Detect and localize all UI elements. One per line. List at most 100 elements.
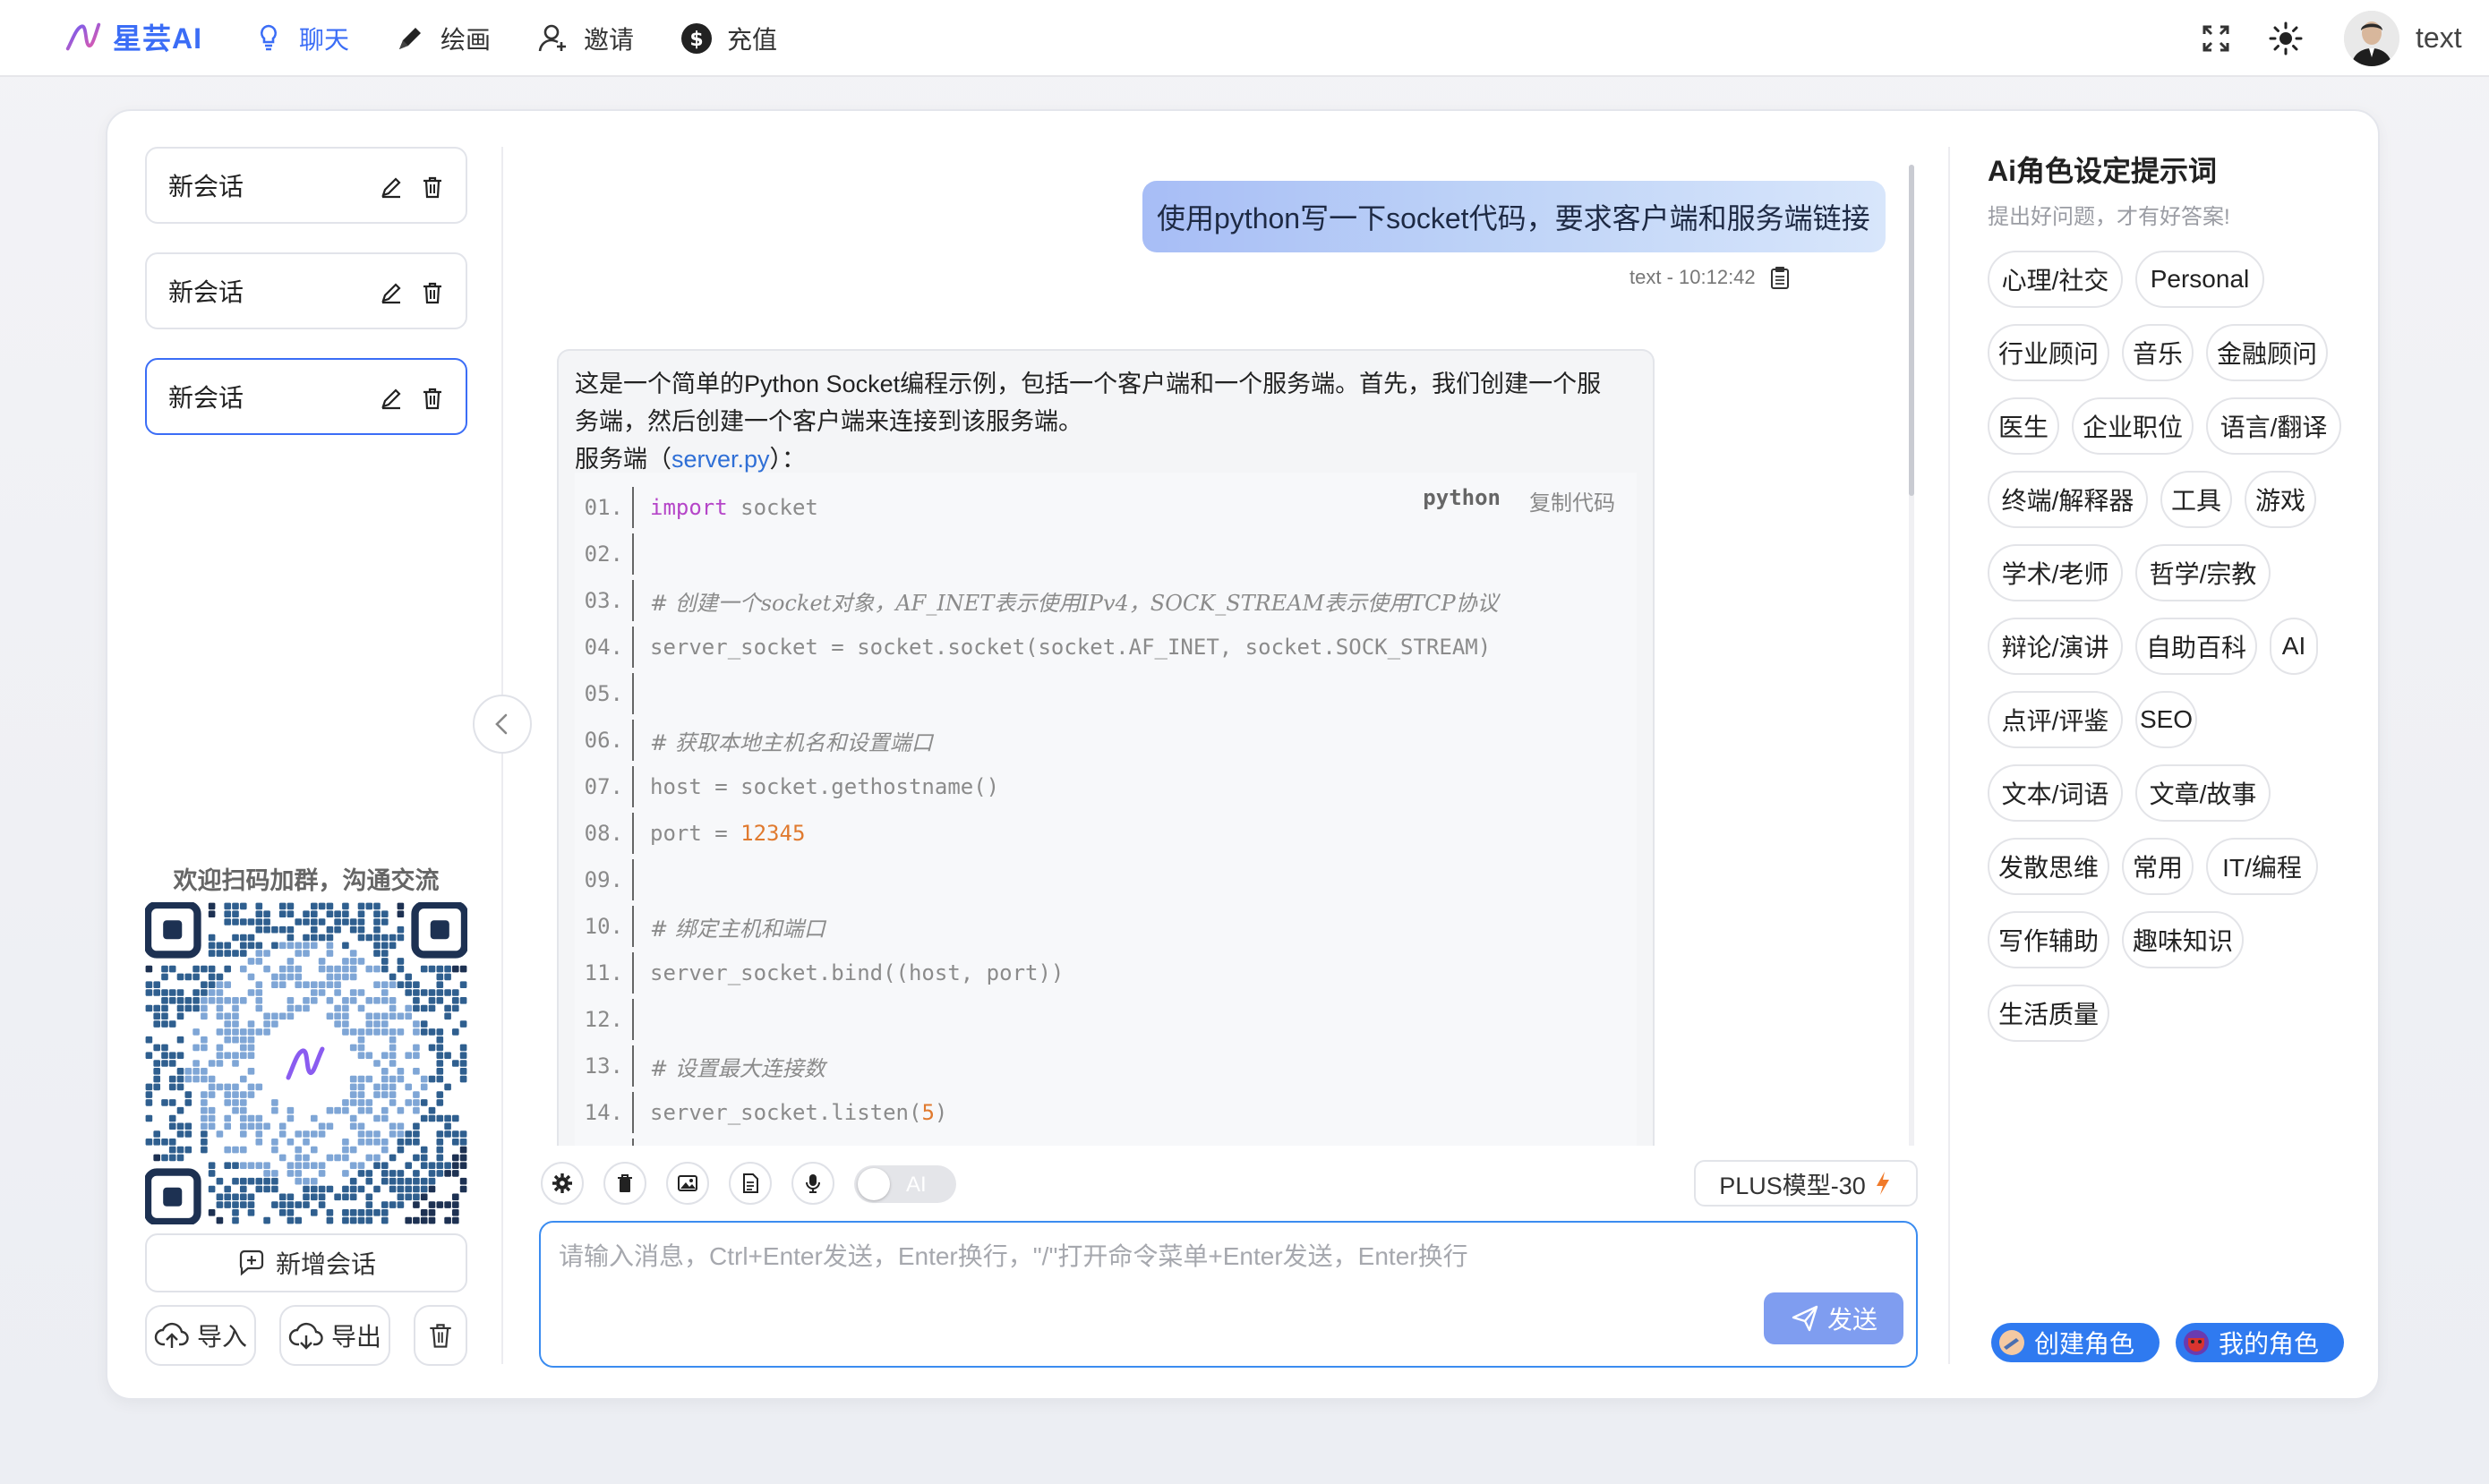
role-tag[interactable]: 趣味知识 (2122, 911, 2244, 968)
code-text: host = socket.gethostname() (650, 774, 1000, 799)
role-tag[interactable]: 音乐 (2122, 324, 2194, 381)
message-input[interactable] (559, 1237, 1893, 1291)
clear-chat-button[interactable] (603, 1162, 646, 1205)
session-item[interactable]: 新会话 (145, 252, 467, 329)
import-label: 导入 (196, 1323, 247, 1351)
nav-recharge[interactable]: $ 充值 (679, 18, 777, 59)
new-chat-button[interactable]: 新增会话 (145, 1233, 467, 1292)
avatar[interactable] (2344, 11, 2399, 66)
edit-icon[interactable] (378, 279, 405, 306)
voice-input-button[interactable] (791, 1162, 834, 1205)
code-line: 08. port = 12345 (575, 813, 1637, 854)
role-tag[interactable]: 企业职位 (2072, 397, 2194, 455)
session-title: 新会话 (168, 384, 244, 412)
message-input-box[interactable]: 发送 (539, 1221, 1918, 1368)
role-tag[interactable]: 终端/解释器 (1988, 471, 2148, 528)
clear-sessions-button[interactable] (414, 1305, 467, 1366)
chat-add-icon (239, 1249, 264, 1276)
role-tag[interactable]: 自助百科 (2135, 618, 2257, 675)
line-number: 12. (584, 1007, 623, 1032)
send-label: 发送 (1826, 1306, 1877, 1334)
role-tag[interactable]: SEO (2135, 691, 2197, 748)
lightbulb-icon (261, 24, 277, 51)
session-title: 新会话 (168, 278, 244, 306)
role-tag[interactable]: 金融顾问 (2206, 324, 2328, 381)
session-item-active[interactable]: 新会话 (145, 358, 467, 435)
line-gutter (632, 1045, 634, 1087)
role-tag[interactable]: 工具 (2160, 471, 2232, 528)
main-panel: 新会话 新会话 新会话 欢迎扫码加群，沟通交流 新增会话 导入 导出 使用pyt… (106, 109, 2380, 1400)
role-tag[interactable]: 点评/评鉴 (1988, 691, 2123, 748)
chat-scrollbar[interactable] (1909, 165, 1914, 496)
settings-button[interactable] (541, 1162, 584, 1205)
clipboard-icon[interactable] (1768, 265, 1792, 290)
nav-invite[interactable]: 邀请 (535, 18, 634, 59)
line-number: 11. (584, 960, 623, 985)
role-tag[interactable]: 哲学/宗教 (2135, 544, 2271, 601)
right-divider (1948, 147, 1950, 1364)
role-tag[interactable]: IT/编程 (2206, 838, 2318, 895)
nav-draw[interactable]: 绘画 (392, 18, 491, 59)
line-number: 09. (584, 867, 623, 892)
trash-icon[interactable] (419, 174, 446, 200)
import-button[interactable]: 导入 (145, 1305, 256, 1366)
role-tag[interactable]: 写作辅助 (1988, 911, 2109, 968)
document-icon (743, 1173, 758, 1193)
session-item[interactable]: 新会话 (145, 147, 467, 224)
role-tag[interactable]: 心理/社交 (1988, 251, 2123, 308)
user-name[interactable]: text (2416, 21, 2462, 55)
pencil-icon (399, 28, 421, 49)
session-title: 新会话 (168, 173, 244, 200)
role-tag[interactable]: 文本/词语 (1988, 764, 2123, 822)
collapse-sidebar-button[interactable] (473, 695, 532, 754)
line-number: 10. (584, 914, 623, 939)
role-tag[interactable]: 学术/老师 (1988, 544, 2123, 601)
code-line: 03. # 创建一个socket对象，AF_INET表示使用IPv4，SOCK_S… (575, 580, 1637, 621)
edit-icon[interactable] (378, 174, 405, 200)
role-tag[interactable]: 游戏 (2245, 471, 2316, 528)
image-upload-button[interactable] (666, 1162, 709, 1205)
nav-recharge-label: 充值 (727, 26, 778, 54)
code-line: 09. (575, 859, 1637, 900)
role-tag[interactable]: 文章/故事 (2135, 764, 2271, 822)
line-gutter (632, 580, 634, 621)
role-tag[interactable]: 发散思维 (1988, 838, 2109, 895)
my-roles-button[interactable]: 我的角色 (2176, 1323, 2344, 1362)
line-number: 08. (584, 821, 623, 846)
line-gutter (632, 766, 634, 807)
send-button[interactable]: 发送 (1764, 1292, 1903, 1344)
ai-toggle[interactable]: AI (854, 1165, 956, 1203)
role-tag[interactable]: 语言/翻译 (2206, 397, 2341, 455)
code-line: 07. host = socket.gethostname() (575, 766, 1637, 807)
export-button[interactable]: 导出 (279, 1305, 390, 1366)
role-tag[interactable]: Personal (2135, 251, 2264, 308)
role-tag[interactable]: 医生 (1988, 397, 2059, 455)
server-file-link[interactable]: server.py (671, 446, 770, 473)
file-upload-button[interactable] (729, 1162, 772, 1205)
role-tag[interactable]: 行业顾问 (1988, 324, 2109, 381)
create-role-button[interactable]: 创建角色 (1991, 1323, 2160, 1362)
code-text: # 绑定主机和端口 (650, 916, 825, 942)
model-selector[interactable]: PLUS模型-30 (1694, 1160, 1918, 1207)
trash-icon (618, 1174, 632, 1192)
mask-icon (2184, 1330, 2209, 1355)
brand-logo[interactable]: 星芸AI (63, 16, 202, 57)
role-tag[interactable]: 辩论/演讲 (1988, 618, 2123, 675)
my-roles-label: 我的角色 (2219, 1330, 2320, 1358)
assistant-message-bubble: 这是一个简单的Python Socket编程示例，包括一个客户端和一个服务端。首… (557, 349, 1655, 1171)
code-line: 04. server_socket = socket.socket(socket.… (575, 627, 1637, 668)
trash-icon[interactable] (419, 385, 446, 412)
line-gutter (632, 813, 634, 854)
role-tag[interactable]: AI (2270, 618, 2318, 675)
role-tag[interactable]: 生活质量 (1988, 985, 2109, 1042)
edit-icon[interactable] (378, 385, 405, 412)
line-gutter (632, 673, 634, 714)
nav-chat[interactable]: 聊天 (251, 18, 349, 59)
role-tag[interactable]: 常用 (2122, 838, 2194, 895)
code-text: port = 12345 (650, 821, 806, 846)
trash-icon[interactable] (419, 279, 446, 306)
sun-icon[interactable] (2267, 20, 2305, 57)
user-add-icon (538, 24, 566, 52)
fullscreen-icon[interactable] (2197, 20, 2235, 57)
message-meta-text: text - 10:12:42 (1629, 266, 1756, 288)
